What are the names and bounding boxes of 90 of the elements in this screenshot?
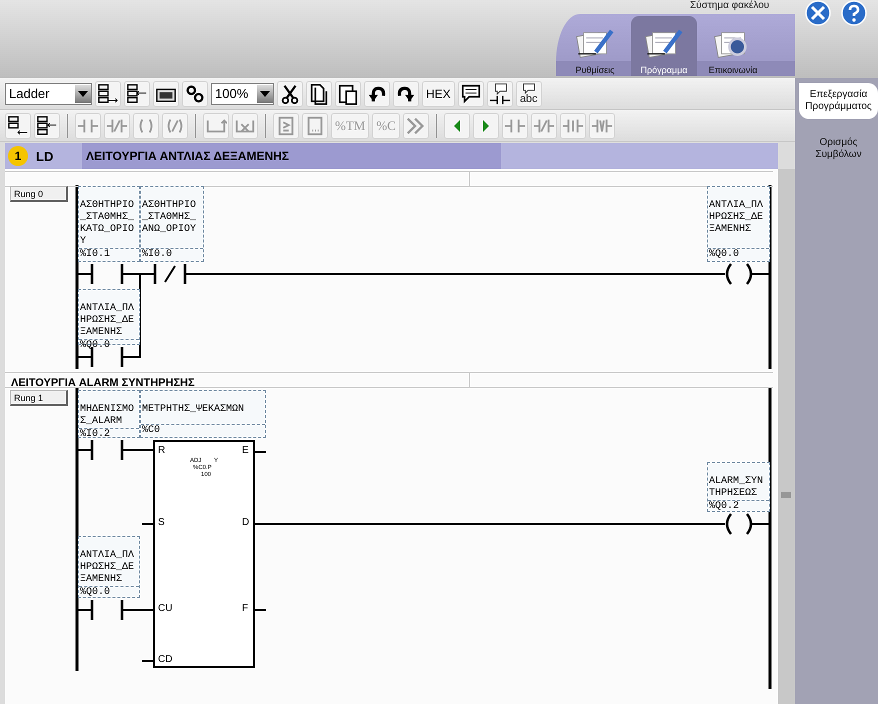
output-coil[interactable] [726, 262, 752, 286]
paste-button[interactable] [335, 80, 361, 106]
previous-button[interactable] [444, 112, 470, 138]
symbol-name: ΜΕΤΡΗΤΗΣ_ΨΕΚΑΣΜΩΝ [141, 403, 246, 417]
side-tab[interactable]: Ορισμός Συμβόλων [799, 131, 878, 167]
rising-edge-contact-button[interactable] [560, 112, 586, 138]
zoom-dropdown[interactable]: 100% [211, 82, 274, 104]
main-tab[interactable]: Πρόγραμμα [631, 16, 697, 76]
left-triangle-icon [454, 120, 460, 132]
normally-open-contact[interactable] [90, 262, 124, 286]
section-title: ΛΕΙΤΟΥΡΓΙΑ ΑΝΤΛΙΑΣ ΔΕΞΑΜΕΝΗΣ [82, 143, 501, 169]
pin-label: R [158, 445, 166, 457]
rung-stack-icon [97, 82, 119, 104]
redo-button[interactable] [393, 80, 419, 106]
delete-branch-button[interactable] [232, 112, 258, 138]
rung-label[interactable]: Rung 1 [10, 390, 68, 406]
symbol-name: ΑΣΘΗΤΗΡΙΟ_ΣΤΑΘΜΗΣ_ΑΝΩ_ΟΡΙΟΥ [141, 199, 196, 237]
clipboard-icon [337, 82, 359, 104]
side-tab[interactable]: Επεξεργασία Προγράμματος [799, 83, 878, 119]
text-comment-button[interactable]: abc [516, 80, 542, 106]
section-number: 1 [8, 146, 28, 166]
address-label: %Q0.0 [79, 586, 139, 599]
speech-bubble-icon [460, 82, 482, 104]
contact-button[interactable] [502, 112, 528, 138]
symbol-name: ΑΝΤΛΙΑ_ΠΛΗΡΩΣΗΣ_ΔΕΞΑΜΕΝΗΣ [79, 302, 134, 339]
pin-label: D [242, 517, 250, 529]
output-coil[interactable] [726, 512, 752, 536]
symbol-name: ΑΣΘΗΤΗΡΙΟ_ΣΤΑΘΜΗΣ_ΚΑΤΩ_ΟΡΙΟΥ [79, 199, 134, 248]
cut-button[interactable] [277, 80, 303, 106]
jump-button[interactable] [402, 112, 429, 138]
insert-rung-button[interactable] [34, 112, 60, 138]
normally-closed-contact[interactable] [154, 262, 186, 286]
comment-button[interactable] [458, 80, 484, 106]
normally-open-contact[interactable] [90, 438, 124, 462]
mode-dropdown[interactable]: Ladder [5, 82, 92, 104]
symbol-name: ΑΝΤΛΙΑ_ΠΛΗΡΩΣΗΣ_ΔΕΞΑΜΕΝΗΣ [708, 199, 764, 237]
counter-block[interactable] [153, 440, 255, 668]
address-label: %I0.2 [79, 428, 139, 441]
help-icon[interactable] [841, 0, 867, 26]
main-tab[interactable]: Επικοινωνία [700, 16, 766, 76]
contact-comment-icon [488, 82, 511, 104]
copy-button[interactable] [306, 80, 332, 106]
link-button[interactable] [182, 80, 208, 106]
caret-icon [78, 90, 88, 96]
contact-comment-button[interactable] [486, 80, 513, 106]
hex-button[interactable]: HEX [422, 80, 455, 106]
falling-edge-contact-button[interactable] [588, 112, 615, 138]
address-label: %Q0.0 [79, 339, 139, 352]
address-label: %I0.1 [79, 248, 139, 261]
next-button[interactable] [472, 112, 499, 138]
pin-label: CD [158, 654, 172, 666]
link-icon [184, 82, 206, 104]
insert-rung-button[interactable] [95, 80, 121, 106]
address-label: %Q0.0 [708, 248, 769, 261]
address-label: %C0 [141, 424, 265, 437]
compare-block-button[interactable] [273, 112, 299, 138]
rung-stack-icon [126, 82, 148, 104]
function-block-button[interactable] [302, 112, 328, 138]
symbol-name: ALARM_ΣΥΝΤΗΡΗΣΕΩΣ [708, 475, 764, 500]
scissors-icon [279, 82, 301, 104]
contact-button[interactable] [75, 112, 101, 138]
symbol-name: ΑΝΤΛΙΑ_ΠΛΗΡΩΣΗΣ_ΔΕΞΑΜΕΝΗΣ [79, 549, 134, 586]
section-language: LD [35, 148, 54, 164]
rung-stack-icon [7, 114, 29, 136]
pin-label: F [242, 603, 248, 615]
copy-icon [308, 82, 330, 104]
rung-label[interactable]: Rung 0 [10, 186, 68, 202]
caret-icon [260, 90, 270, 96]
resize-grip-icon[interactable] [780, 492, 792, 498]
negated-contact-button[interactable] [104, 112, 130, 138]
address-label: %I0.0 [141, 248, 203, 261]
rung-comment: ΛΕΙΤΟΥΡΓΙΑ ALARM ΣΥΝΤΗΡΗΣΗΣ [10, 377, 195, 389]
branch-button[interactable] [203, 112, 229, 138]
main-tab[interactable]: Ρυθμίσεις [562, 16, 628, 76]
set-reset-button[interactable] [153, 80, 179, 106]
coil-button[interactable] [133, 112, 159, 138]
insert-rung-button[interactable] [124, 80, 150, 106]
window-title: Σύστημα φακέλου [690, 0, 770, 11]
right-triangle-icon [482, 120, 489, 132]
normally-open-contact[interactable] [90, 598, 124, 622]
address-label: %Q0.2 [708, 500, 769, 513]
undo-button[interactable] [364, 80, 390, 106]
pin-label: CU [158, 603, 172, 615]
rung-stack-icon [36, 114, 58, 136]
negated-coil-button[interactable] [162, 112, 188, 138]
negated-contact-button[interactable] [530, 112, 557, 138]
symbol-name: ΜΗΔΕΝΙΣΜΟΣ_ALARM [79, 403, 134, 428]
insert-rung-button[interactable] [5, 112, 31, 138]
pin-label: S [158, 517, 165, 529]
pin-label: E [242, 445, 249, 457]
